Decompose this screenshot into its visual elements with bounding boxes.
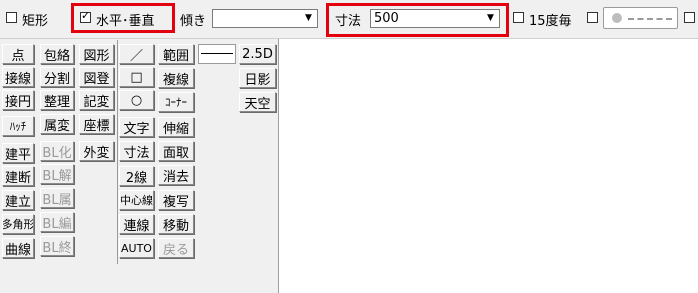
tool-center-line[interactable]: 中心線 bbox=[119, 190, 154, 210]
tool-line[interactable]: ／ bbox=[119, 44, 154, 64]
angle-combo[interactable]: ▼ bbox=[212, 9, 318, 28]
highlight-box-hv bbox=[71, 3, 175, 33]
tool-record-change[interactable]: 記変 bbox=[79, 90, 114, 110]
tool-divide[interactable]: 分割 bbox=[40, 67, 74, 87]
tool-envelope[interactable]: 包絡 bbox=[40, 44, 74, 64]
tool-coordinate[interactable]: 座標 bbox=[79, 114, 114, 134]
tool-circle[interactable]: ○ bbox=[119, 90, 154, 110]
tool-chamfer[interactable]: 面取 bbox=[158, 141, 194, 161]
angle-label: 傾き bbox=[180, 14, 207, 29]
tool-auto[interactable]: AUTO bbox=[119, 238, 154, 258]
tool-hatch[interactable]: ﾊｯﾁ bbox=[2, 116, 34, 136]
tool-block-end[interactable]: BL終 bbox=[40, 236, 74, 256]
drawing-canvas[interactable] bbox=[278, 39, 698, 293]
tool-arrange[interactable]: 整理 bbox=[40, 90, 74, 110]
tool-building-section[interactable]: 建断 bbox=[2, 166, 34, 186]
tool-shape[interactable]: 図形 bbox=[79, 44, 114, 64]
tool-erase[interactable]: 消去 bbox=[158, 165, 194, 185]
deg15-label: 15度毎 bbox=[529, 14, 572, 29]
tool-building-elevation[interactable]: 建立 bbox=[2, 190, 34, 210]
tool-rectangle[interactable]: □ bbox=[119, 67, 154, 87]
tool-curve[interactable]: 曲線 bbox=[2, 238, 34, 258]
tool-point[interactable]: 点 bbox=[2, 44, 34, 64]
angle-dropdown-arrow-icon[interactable]: ▼ bbox=[300, 10, 317, 27]
extra-checkbox[interactable] bbox=[684, 12, 695, 23]
tool-offset-line[interactable]: 複線 bbox=[158, 68, 194, 88]
tool-stretch[interactable]: 伸縮 bbox=[158, 117, 194, 137]
tool-tangent-circle[interactable]: 接円 bbox=[2, 90, 34, 110]
tool-tangent-line[interactable]: 接線 bbox=[2, 67, 34, 87]
tool-polygon[interactable]: 多角形 bbox=[2, 214, 34, 234]
linetype-dot-icon bbox=[612, 13, 622, 23]
tool-attribute-change[interactable]: 属変 bbox=[40, 114, 74, 134]
tool-sky-view[interactable]: 天空 bbox=[239, 92, 276, 112]
tool-corner[interactable]: ｺｰﾅｰ bbox=[158, 92, 194, 112]
linetype-checkbox[interactable] bbox=[587, 12, 598, 23]
tool-block-attribute[interactable]: BL属 bbox=[40, 188, 74, 208]
linetype-selector[interactable] bbox=[603, 7, 678, 29]
tool-double-line[interactable]: 2線 bbox=[119, 166, 154, 186]
tool-block-create[interactable]: BL化 bbox=[40, 141, 74, 161]
tool-undo[interactable]: 戻る bbox=[158, 238, 194, 258]
linetype-dash-icon bbox=[628, 18, 672, 20]
tool-copy[interactable]: 複写 bbox=[158, 190, 194, 210]
tool-block-edit[interactable]: BL編 bbox=[40, 212, 74, 232]
top-toolbar: 矩形 水平･垂直 傾き ▼ 寸法 500 ▼ 15度毎 bbox=[0, 0, 698, 39]
tool-text[interactable]: 文字 bbox=[119, 117, 154, 137]
line-preview[interactable] bbox=[198, 44, 236, 64]
tool-dimension[interactable]: 寸法 bbox=[119, 141, 154, 161]
tool-building-plan[interactable]: 建平 bbox=[2, 143, 34, 163]
highlight-box-dimension bbox=[326, 3, 509, 37]
deg15-checkbox[interactable] bbox=[513, 12, 524, 23]
tool-shape-register[interactable]: 図登 bbox=[79, 67, 114, 87]
rect-checkbox[interactable] bbox=[6, 12, 17, 23]
panel-divider bbox=[117, 40, 118, 264]
tool-block-release[interactable]: BL解 bbox=[40, 164, 74, 184]
tool-range[interactable]: 範囲 bbox=[158, 44, 194, 64]
tool-move[interactable]: 移動 bbox=[158, 214, 194, 234]
tool-sun-shadow[interactable]: 日影 bbox=[239, 68, 276, 88]
tool-continuous-line[interactable]: 連線 bbox=[119, 214, 154, 234]
tool-2-5d[interactable]: 2.5D bbox=[239, 44, 276, 64]
tool-external-change[interactable]: 外変 bbox=[79, 141, 114, 161]
rect-label: 矩形 bbox=[22, 14, 49, 29]
